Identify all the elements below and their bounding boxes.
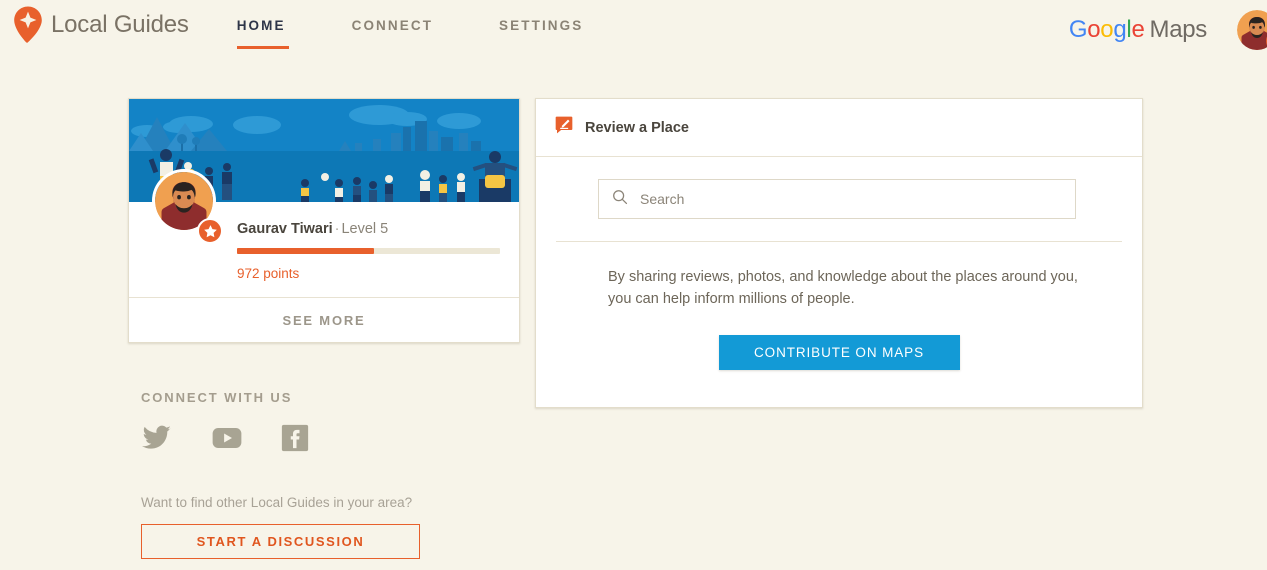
connect-with-us-title: CONNECT WITH US [141, 390, 293, 405]
review-card-body: Search By sharing reviews, photos, and k… [536, 157, 1142, 407]
profile-info: Gaurav Tiwari · Level 5 972 points [129, 169, 519, 297]
account-avatar[interactable] [1237, 10, 1267, 51]
map-pin-star-icon [13, 6, 43, 44]
profile-card: Gaurav Tiwari · Level 5 972 points SEE MOR… [128, 98, 520, 343]
review-pencil-bubble-icon [554, 115, 574, 140]
start-discussion-button[interactable]: START A DISCUSSION [141, 524, 420, 559]
review-a-place-card: Review a Place Search By sharing reviews… [535, 98, 1143, 408]
nav-item-connect[interactable]: CONNECT [352, 18, 433, 49]
search-icon [611, 188, 629, 211]
left-column: Gaurav Tiwari · Level 5 972 points SEE MOR… [128, 98, 520, 559]
contribute-on-maps-button[interactable]: CONTRIBUTE ON MAPS [718, 335, 960, 370]
search-placeholder: Search [640, 191, 685, 207]
profile-name: Gaurav Tiwari [237, 221, 333, 237]
review-blurb: By sharing reviews, photos, and knowledg… [608, 266, 1078, 310]
level-progress-fill [237, 248, 374, 254]
find-guides-prompt: Want to find other Local Guides in your … [141, 495, 413, 510]
star-badge-icon [197, 218, 223, 244]
contribute-button-wrap: CONTRIBUTE ON MAPS [536, 335, 1142, 407]
brand-name: Local Guides [51, 11, 189, 38]
twitter-icon[interactable] [140, 423, 174, 458]
nav-item-home[interactable]: HOME [236, 18, 289, 49]
user-avatar [1237, 10, 1267, 50]
google-letter-g2: g [1113, 16, 1127, 43]
search-input[interactable]: Search [598, 179, 1076, 219]
profile-name-row: Gaurav Tiwari · Level 5 [237, 221, 501, 237]
google-letter-o2: o [1100, 16, 1114, 43]
profile-separator: · [334, 221, 340, 237]
see-more-button[interactable]: SEE MORE [129, 297, 519, 342]
points-label: 972 points [237, 266, 300, 281]
top-navbar: Local Guides HOME CONNECT SETTINGS Googl… [0, 0, 1267, 60]
main-nav: HOME CONNECT SETTINGS [236, 18, 650, 49]
review-card-header: Review a Place [536, 99, 1142, 157]
facebook-icon[interactable] [280, 423, 310, 458]
page-root: Local Guides HOME CONNECT SETTINGS Googl… [0, 0, 1267, 570]
google-maps-logo[interactable]: Google Maps [1069, 16, 1207, 44]
google-letter-g: G [1068, 16, 1088, 43]
youtube-icon[interactable] [210, 423, 244, 458]
google-letter-e: e [1131, 16, 1145, 43]
header-right-group: Google Maps [1069, 10, 1267, 51]
google-letter-o1: o [1087, 16, 1101, 43]
section-divider [556, 241, 1122, 242]
review-blurb-line-1: By sharing reviews, photos, and knowledg… [608, 269, 1078, 285]
brand-logo[interactable]: Local Guides [13, 6, 189, 44]
level-progress-bar [237, 248, 500, 254]
social-links [140, 423, 520, 458]
review-blurb-line-2: you can help inform millions of people. [608, 291, 855, 307]
maps-word: Maps [1149, 16, 1208, 43]
profile-level: Level 5 [341, 221, 389, 237]
nav-item-settings[interactable]: SETTINGS [499, 18, 583, 49]
review-card-title: Review a Place [585, 119, 689, 136]
